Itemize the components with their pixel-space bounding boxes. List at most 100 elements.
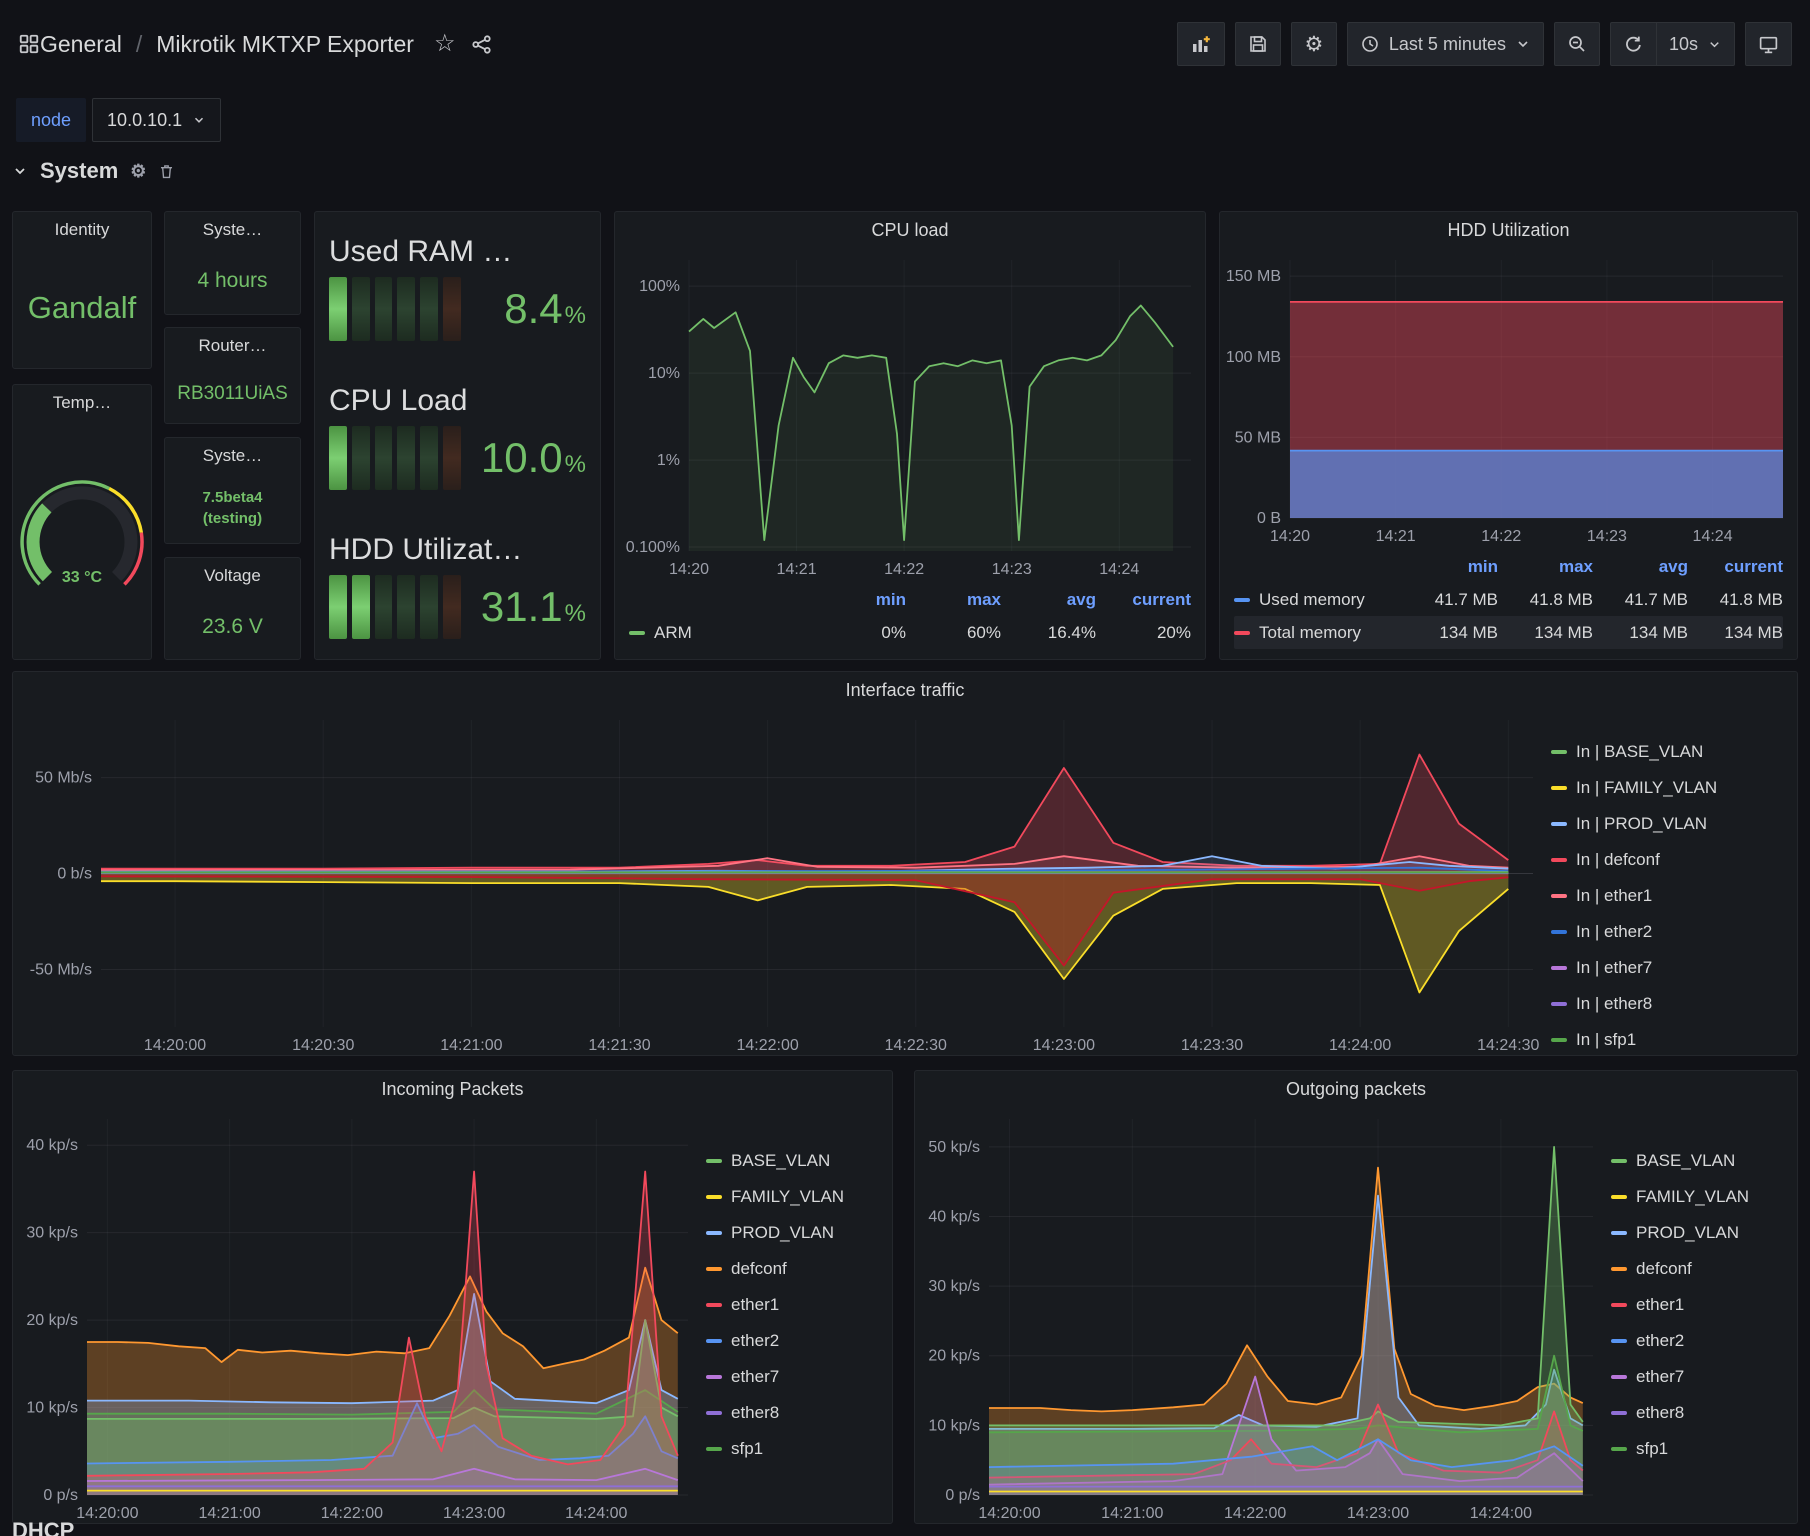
legend-item[interactable]: ether8 <box>1611 1395 1789 1431</box>
legend-swatch <box>1551 1002 1567 1006</box>
legend-item[interactable]: Total memory <box>1234 623 1403 643</box>
row-delete-trash-icon[interactable] <box>158 163 175 180</box>
legend-header-current[interactable]: current <box>1688 557 1783 577</box>
legend-value: 134 MB <box>1688 623 1783 643</box>
outgoing-packets-chart[interactable]: 0 p/s10 kp/s20 kp/s30 kp/s40 kp/s50 kp/s… <box>915 1107 1607 1523</box>
legend-item[interactable]: In | PROD_VLAN <box>1551 806 1789 842</box>
legend-item[interactable]: ether2 <box>706 1323 884 1359</box>
svg-text:14:24: 14:24 <box>1693 528 1733 545</box>
legend-header-min[interactable]: min <box>1403 557 1498 577</box>
svg-text:10%: 10% <box>648 365 680 382</box>
svg-text:14:22:00: 14:22:00 <box>321 1505 383 1522</box>
refresh-interval-dropdown[interactable]: 10s <box>1656 22 1735 66</box>
legend-item[interactable]: ether1 <box>1611 1287 1789 1323</box>
legend-item[interactable]: sfp1 <box>706 1431 884 1467</box>
save-dashboard-button[interactable] <box>1235 22 1281 66</box>
panel-title[interactable]: Syste… <box>165 438 300 474</box>
legend-item[interactable]: In | ether2 <box>1551 914 1789 950</box>
legend-item[interactable]: ether8 <box>706 1395 884 1431</box>
legend-item[interactable]: In | sfp1 <box>1551 1022 1789 1055</box>
panel-title[interactable]: HDD Utilization <box>1220 212 1797 248</box>
time-range-picker[interactable]: Last 5 minutes <box>1347 22 1544 66</box>
legend-item[interactable]: ether2 <box>1611 1323 1789 1359</box>
add-panel-icon <box>1190 33 1212 55</box>
legend-item[interactable]: defconf <box>1611 1251 1789 1287</box>
legend-label: defconf <box>731 1259 787 1279</box>
panel-title[interactable]: Identity <box>13 212 151 248</box>
legend-item[interactable]: In | ether7 <box>1551 950 1789 986</box>
legend-item[interactable]: Used memory <box>1234 590 1403 610</box>
legend-item[interactable]: PROD_VLAN <box>1611 1215 1789 1251</box>
legend-header-current[interactable]: current <box>1096 590 1191 610</box>
monitor-icon <box>1758 34 1779 55</box>
panel-title[interactable]: Incoming Packets <box>13 1071 892 1107</box>
voltage-value: 23.6 V <box>165 594 300 659</box>
legend-item[interactable]: defconf <box>706 1251 884 1287</box>
star-dashboard-button[interactable]: ☆ <box>434 32 456 56</box>
dashboards-grid-icon[interactable] <box>18 33 40 55</box>
legend-header-avg[interactable]: avg <box>1593 557 1688 577</box>
cycle-view-mode-button[interactable] <box>1745 22 1792 66</box>
row-settings-gear-icon[interactable]: ⚙ <box>130 162 146 180</box>
panel-title[interactable]: Outgoing packets <box>915 1071 1797 1107</box>
breadcrumb-folder[interactable]: General <box>40 31 122 58</box>
legend-item[interactable]: In | FAMILY_VLAN <box>1551 770 1789 806</box>
legend-item[interactable]: In | BASE_VLAN <box>1551 734 1789 770</box>
legend-item[interactable]: sfp1 <box>1611 1431 1789 1467</box>
add-panel-button[interactable] <box>1177 22 1225 66</box>
cpu-load-chart[interactable]: 100%10%1%0.100%14:2014:2114:2214:2314:24 <box>615 248 1205 579</box>
svg-text:14:22:00: 14:22:00 <box>1224 1505 1286 1522</box>
row-system-title[interactable]: System <box>40 158 118 184</box>
refresh-dashboard-button[interactable] <box>1610 22 1656 66</box>
panel-title[interactable]: Router… <box>165 328 300 364</box>
legend-swatch <box>1551 786 1567 790</box>
legend-item[interactable]: FAMILY_VLAN <box>1611 1179 1789 1215</box>
legend-item[interactable]: PROD_VLAN <box>706 1215 884 1251</box>
outgoing-packets-legend: BASE_VLANFAMILY_VLANPROD_VLANdefconfethe… <box>1607 1107 1797 1523</box>
interface-traffic-chart[interactable]: 50 Mb/s0 b/s-50 Mb/s14:20:0014:20:3014:2… <box>13 708 1547 1055</box>
zoom-out-time-button[interactable] <box>1554 22 1600 66</box>
legend-header-max[interactable]: max <box>1498 557 1593 577</box>
legend-swatch <box>1611 1159 1627 1163</box>
row-dhcp-title[interactable]: DHCP <box>12 1518 74 1536</box>
legend-item[interactable]: BASE_VLAN <box>706 1143 884 1179</box>
legend-item[interactable]: BASE_VLAN <box>1611 1143 1789 1179</box>
legend-header-max[interactable]: max <box>906 590 1001 610</box>
hdd-legend-table: min max avg current Used memory 41.7 MB … <box>1220 546 1797 659</box>
incoming-packets-chart[interactable]: 0 p/s10 kp/s20 kp/s30 kp/s40 kp/s14:20:0… <box>13 1107 702 1523</box>
uptime-value: 4 hours <box>165 248 300 314</box>
legend-label: In | BASE_VLAN <box>1576 742 1703 762</box>
incoming-packets-legend: BASE_VLANFAMILY_VLANPROD_VLANdefconf ethe… <box>702 1107 892 1523</box>
legend-header-min[interactable]: min <box>811 590 906 610</box>
panel-incoming-packets: Incoming Packets 0 p/s10 kp/s20 kp/s30 k… <box>12 1070 893 1524</box>
panel-title[interactable]: Interface traffic <box>13 672 1797 708</box>
panel-title[interactable]: CPU load <box>615 212 1205 248</box>
legend-label: FAMILY_VLAN <box>1636 1187 1749 1207</box>
legend-item[interactable]: ether7 <box>706 1359 884 1395</box>
legend-item[interactable]: FAMILY_VLAN <box>706 1179 884 1215</box>
share-dashboard-button[interactable] <box>471 34 492 55</box>
hdd-utilization-chart[interactable]: 0 B50 MB100 MB150 MB14:2014:2114:2214:23… <box>1220 248 1797 546</box>
chevron-down-icon <box>1515 36 1531 52</box>
legend-item[interactable]: In | ether1 <box>1551 878 1789 914</box>
panel-title[interactable]: Syste… <box>165 212 300 248</box>
breadcrumb-dashboard-title[interactable]: Mikrotik MKTXP Exporter <box>156 31 414 58</box>
legend-header-row: min max avg current <box>1234 550 1783 583</box>
panel-title[interactable]: Voltage <box>165 558 300 594</box>
legend-swatch <box>1611 1267 1627 1271</box>
template-variables: node 10.0.10.1 <box>16 98 221 142</box>
variable-node-dropdown[interactable]: 10.0.10.1 <box>92 98 221 142</box>
legend-value: 41.8 MB <box>1498 590 1593 610</box>
legend-item[interactable]: ARM <box>629 623 811 643</box>
legend-item[interactable]: ether1 <box>706 1287 884 1323</box>
legend-swatch <box>706 1267 722 1271</box>
dashboard-settings-button[interactable]: ⚙ <box>1291 22 1337 66</box>
legend-swatch <box>1551 966 1567 970</box>
legend-header-avg[interactable]: avg <box>1001 590 1096 610</box>
legend-item[interactable]: In | defconf <box>1551 842 1789 878</box>
legend-item[interactable]: ether7 <box>1611 1359 1789 1395</box>
svg-text:14:23:00: 14:23:00 <box>1347 1505 1409 1522</box>
panel-title[interactable]: Temp… <box>13 385 151 421</box>
legend-item[interactable]: In | ether8 <box>1551 986 1789 1022</box>
row-collapse-chevron-icon[interactable] <box>12 163 28 179</box>
